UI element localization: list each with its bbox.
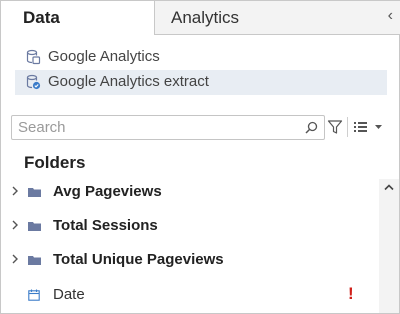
chevron-right-icon[interactable] [11,186,19,196]
scrollbar[interactable] [379,179,399,313]
filter-icon[interactable] [327,119,343,135]
search-icon[interactable] [305,121,318,134]
folder-row[interactable]: Avg Pageviews [1,179,379,205]
folder-label: Avg Pageviews [53,183,162,200]
search-input[interactable] [18,118,298,137]
chevron-right-icon[interactable] [11,220,19,230]
chevron-right-icon[interactable] [11,254,19,264]
folder-label: Total Unique Pageviews [53,251,224,268]
folder-row[interactable]: Total Sessions [1,213,379,239]
view-options-icon[interactable] [353,120,385,134]
tab-analytics-label: Analytics [171,8,240,27]
data-pane: Data Analytics ‹ Google Analytics Google… [0,0,400,314]
folders-header: Folders [24,153,86,172]
folder-icon [28,222,41,231]
tab-analytics[interactable]: Analytics ‹ [155,1,400,35]
datasource-item-live[interactable]: Google Analytics [15,45,387,69]
search-box [11,115,325,140]
datasource-live-icon [26,49,41,65]
toolbar-divider [347,117,348,137]
pane-tabs: Data Analytics ‹ [1,1,400,35]
datasource-label: Google Analytics [48,48,160,65]
error-indicator[interactable]: ! [348,284,354,304]
folder-icon [28,256,41,265]
date-field-label: Date [53,286,85,303]
calendar-icon [28,289,40,301]
tab-data-label: Data [23,8,60,27]
datasource-label: Google Analytics extract [48,73,209,90]
tab-data[interactable]: Data [1,1,155,35]
datasource-extract-icon [26,74,41,90]
datasource-item-extract[interactable]: Google Analytics extract [15,70,387,95]
folder-row[interactable]: Total Unique Pageviews [1,247,379,273]
folder-label: Total Sessions [53,217,158,234]
date-field-row[interactable]: Date ! [1,282,379,308]
folder-icon [28,188,41,197]
collapse-pane-icon[interactable]: ‹ [388,7,393,25]
chevron-up-icon[interactable] [384,183,394,191]
